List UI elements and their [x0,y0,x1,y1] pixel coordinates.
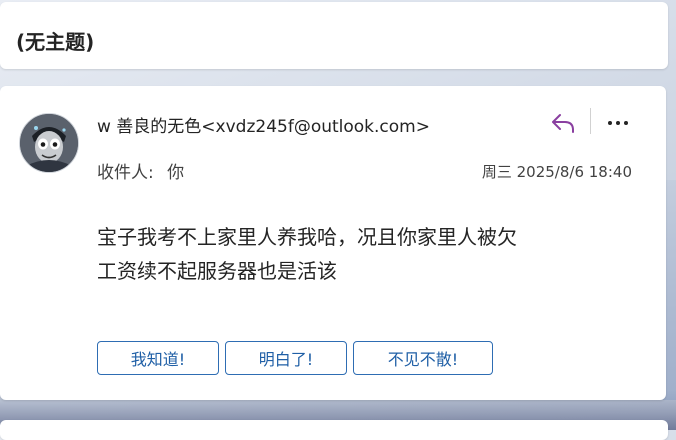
recipient-name[interactable]: 你 [167,163,184,183]
subject-card: (无主题) [0,2,668,69]
body-line: 工资续不起服务器也是活该 [97,259,337,283]
more-actions-button[interactable] [602,108,634,138]
message-card: w 善良的无色<xvdz245f@outlook.com> 收件人: 你 周三 … [0,86,666,400]
sender-avatar[interactable] [19,113,79,173]
quick-reply-button[interactable]: 不见不散! [353,341,493,375]
body-line: 宝子我考不上家里人养我哈，况且你家里人被欠 [97,225,517,249]
sender-name[interactable]: w 善良的无色<xvdz245f@outlook.com> [97,112,430,137]
recipient-label: 收件人: [97,163,154,183]
toolbar-divider [590,108,591,134]
quick-replies: 我知道! 明白了! 不见不散! [97,341,493,375]
recipient-row: 收件人: 你 [97,158,184,183]
more-dots-icon [608,121,628,125]
reply-arrow-icon [552,114,574,133]
quick-reply-button[interactable]: 明白了! [225,341,347,375]
reply-button[interactable] [546,108,580,138]
email-body: 宝子我考不上家里人养我哈，况且你家里人被欠 工资续不起服务器也是活该 [97,220,617,288]
next-card-edge [0,420,668,440]
sent-datetime: 周三 2025/8/6 18:40 [481,163,632,181]
email-subject: (无主题) [16,30,95,54]
avatar-image [20,114,78,172]
quick-reply-button[interactable]: 我知道! [97,341,219,375]
